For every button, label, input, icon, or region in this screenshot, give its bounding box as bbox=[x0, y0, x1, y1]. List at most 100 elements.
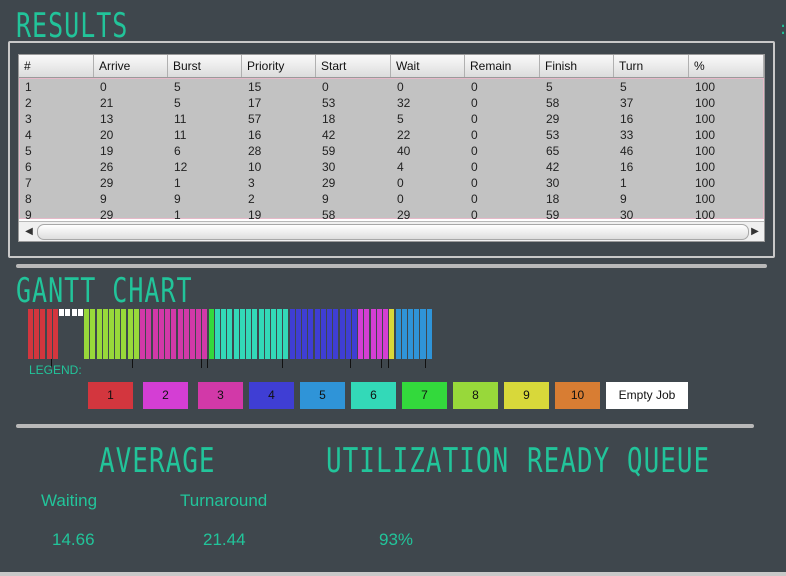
gantt-tick bbox=[282, 359, 283, 368]
table-cell: 100 bbox=[695, 80, 716, 94]
table-cell: 9 bbox=[100, 192, 107, 206]
table-row[interactable]: 7 29 1 3 29 0 0 30 1 100 bbox=[20, 175, 764, 191]
table-row[interactable]: 1 0 5 15 0 0 0 5 5 100 bbox=[20, 79, 764, 95]
gantt-unit-job-2 bbox=[383, 309, 389, 359]
legend-item-1: 1 bbox=[88, 382, 133, 409]
table-cell: 7 bbox=[25, 176, 32, 190]
table-cell: 28 bbox=[248, 144, 262, 158]
results-table[interactable]: # Arrive Burst Priority Start Wait Remain Finis… bbox=[18, 54, 765, 242]
gantt-unit-job-3 bbox=[189, 309, 195, 359]
gantt-tick bbox=[381, 359, 382, 368]
column-header[interactable]: Turn bbox=[614, 55, 689, 77]
legend-item-8: 8 bbox=[453, 382, 498, 409]
gantt-unit-job-9 bbox=[389, 309, 395, 359]
table-cell: 30 bbox=[546, 176, 560, 190]
waiting-value: 14.66 bbox=[52, 530, 95, 549]
scroll-right-icon[interactable]: ▶ bbox=[747, 224, 763, 240]
utilization-value: 93% bbox=[379, 530, 414, 549]
table-cell: 9 bbox=[322, 192, 329, 206]
bottom-border bbox=[0, 572, 786, 576]
table-cell: 13 bbox=[100, 112, 114, 126]
gantt-unit-job-3 bbox=[146, 309, 152, 359]
turnaround-value: 21.44 bbox=[203, 530, 246, 549]
section-divider-bottom bbox=[16, 424, 754, 428]
gantt-unit-job-6 bbox=[283, 309, 289, 359]
gantt-unit-job-2 bbox=[376, 309, 382, 359]
scrollbar-thumb[interactable] bbox=[37, 224, 749, 240]
gantt-unit-job-6 bbox=[264, 309, 270, 359]
table-cell: 9 bbox=[620, 192, 627, 206]
results-table-body[interactable]: 1 0 5 15 0 0 0 5 5 100 2 21 5 17 53 32 0 58 37 100 3 13 11 57 18… bbox=[19, 78, 764, 222]
gantt-unit-job-1 bbox=[34, 309, 40, 359]
gantt-unit-job-3 bbox=[158, 309, 164, 359]
gantt-idle-unit bbox=[65, 309, 71, 316]
table-cell: 100 bbox=[695, 176, 716, 190]
table-row[interactable]: 3 13 11 57 18 5 0 29 16 100 bbox=[20, 111, 764, 127]
table-cell: 1 bbox=[620, 176, 627, 190]
table-cell: 30 bbox=[322, 160, 336, 174]
table-cell: 0 bbox=[471, 128, 478, 142]
column-header[interactable]: Wait bbox=[391, 55, 465, 77]
legend-item-9: 9 bbox=[504, 382, 549, 409]
legend-item-7: 7 bbox=[402, 382, 447, 409]
gantt-tick bbox=[388, 359, 389, 368]
legend-item-10: 10 bbox=[555, 382, 600, 409]
gantt-unit-job-4 bbox=[295, 309, 301, 359]
table-cell: 5 bbox=[174, 80, 181, 94]
table-cell: 11 bbox=[174, 128, 187, 142]
gantt-chart-title: GANTT CHART bbox=[16, 271, 193, 311]
column-header[interactable]: Priority bbox=[242, 55, 316, 77]
gantt-unit-job-6 bbox=[270, 309, 276, 359]
table-cell: 0 bbox=[397, 192, 404, 206]
table-row[interactable]: 6 26 12 10 30 4 0 42 16 100 bbox=[20, 159, 764, 175]
column-header[interactable]: Start bbox=[316, 55, 391, 77]
gantt-unit-job-8 bbox=[133, 309, 139, 359]
table-cell: 17 bbox=[248, 96, 262, 110]
column-header[interactable]: Arrive bbox=[94, 55, 168, 77]
table-row[interactable]: 4 20 11 16 42 22 0 53 33 100 bbox=[20, 127, 764, 143]
table-cell: 58 bbox=[546, 96, 560, 110]
column-header[interactable]: # bbox=[19, 55, 94, 77]
table-cell: 19 bbox=[100, 144, 114, 158]
gantt-unit-job-8 bbox=[115, 309, 121, 359]
table-cell: 16 bbox=[620, 160, 634, 174]
table-cell: 6 bbox=[174, 144, 181, 158]
table-cell: 100 bbox=[695, 96, 716, 110]
gantt-unit-job-6 bbox=[227, 309, 233, 359]
gantt-unit-job-4 bbox=[302, 309, 308, 359]
gantt-unit-job-4 bbox=[314, 309, 320, 359]
column-header[interactable]: Burst bbox=[168, 55, 242, 77]
gantt-unit-job-1 bbox=[52, 309, 58, 359]
table-cell: 26 bbox=[100, 160, 114, 174]
section-divider-top bbox=[16, 264, 767, 268]
table-cell: 9 bbox=[174, 192, 181, 206]
table-row[interactable]: 8 9 9 2 9 0 0 18 9 100 bbox=[20, 191, 764, 207]
table-cell: 37 bbox=[620, 96, 634, 110]
gantt-unit-job-3 bbox=[196, 309, 202, 359]
gantt-tick bbox=[207, 359, 208, 368]
column-header[interactable]: Finish bbox=[540, 55, 614, 77]
table-cell: 10 bbox=[248, 160, 262, 174]
turnaround-label: Turnaround bbox=[180, 491, 268, 510]
table-cell: 0 bbox=[471, 160, 478, 174]
gantt-tick bbox=[425, 359, 426, 368]
gantt-unit-job-5 bbox=[395, 309, 401, 359]
scroll-left-icon[interactable]: ◀ bbox=[21, 224, 37, 240]
table-cell: 5 bbox=[397, 112, 404, 126]
table-cell: 0 bbox=[471, 96, 478, 110]
gantt-unit-job-1 bbox=[28, 309, 34, 359]
legend-item-4: 4 bbox=[249, 382, 294, 409]
column-header[interactable]: % bbox=[689, 55, 764, 77]
table-cell: 5 bbox=[620, 80, 627, 94]
legend-item-3: 3 bbox=[198, 382, 243, 409]
table-cell: 100 bbox=[695, 160, 716, 174]
table-cell: 1 bbox=[174, 176, 181, 190]
table-cell: 6 bbox=[25, 160, 32, 174]
column-header[interactable]: Remain bbox=[465, 55, 540, 77]
table-cell: 0 bbox=[471, 112, 478, 126]
horizontal-scrollbar[interactable]: ◀ ▶ bbox=[19, 221, 764, 241]
table-row[interactable]: 5 19 6 28 59 40 0 65 46 100 bbox=[20, 143, 764, 159]
gantt-unit-job-2 bbox=[364, 309, 370, 359]
table-row[interactable]: 2 21 5 17 53 32 0 58 37 100 bbox=[20, 95, 764, 111]
table-cell: 2 bbox=[25, 96, 32, 110]
